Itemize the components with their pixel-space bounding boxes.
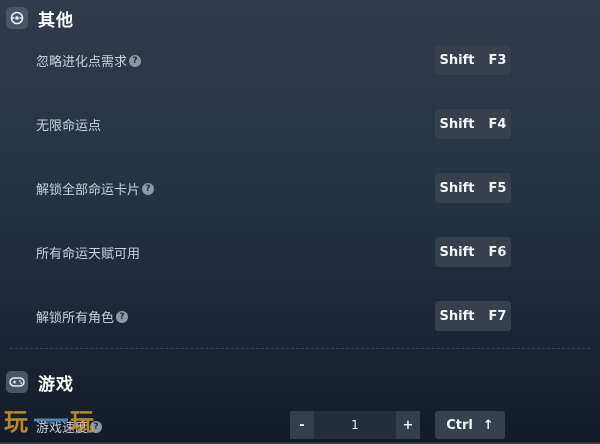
cheat-label: 游戏速度: [36, 421, 89, 436]
cheat-row-all-talents: 所有命运天赋可用 Shift F6: [0, 237, 600, 267]
section-title-game: 游戏: [38, 374, 74, 395]
cheat-row-ignore-evolution: 忽略进化点需求 ? Shift F3: [0, 45, 600, 75]
hotkey-modifier: Shift: [439, 308, 475, 324]
hotkey-key: F5: [488, 180, 507, 196]
cheat-label: 忽略进化点需求: [36, 55, 128, 70]
help-icon[interactable]: ?: [142, 182, 155, 195]
hotkey-modifier: Shift: [439, 244, 475, 260]
cheat-label: 所有命运天赋可用: [36, 247, 141, 262]
hotkey-modifier: Shift: [439, 116, 475, 132]
hotkey-modifier: Ctrl: [446, 417, 473, 433]
cheat-row-infinite-fate: 无限命运点 Shift F4: [0, 109, 600, 139]
hotkey-button[interactable]: Shift F5: [435, 173, 511, 203]
hotkey-key: F4: [488, 116, 507, 132]
game-speed-stepper: - 1 +: [290, 411, 420, 439]
circle-dot-icon: [6, 7, 28, 29]
hotkey-key: F3: [488, 52, 507, 68]
hotkey-button[interactable]: Ctrl ↑: [435, 411, 505, 439]
help-icon[interactable]: ?: [116, 310, 129, 323]
arrow-up-icon: ↑: [482, 417, 494, 433]
cheat-row-unlock-characters: 解锁所有角色 ? Shift F7: [0, 301, 600, 331]
section-divider: [10, 348, 590, 349]
hotkey-modifier: Shift: [439, 52, 475, 68]
increment-button[interactable]: +: [396, 411, 420, 439]
section-header-game: 游戏: [6, 370, 74, 395]
help-icon[interactable]: ?: [129, 54, 142, 67]
hotkey-key: F7: [488, 308, 507, 324]
decrement-button[interactable]: -: [290, 411, 314, 439]
cheat-row-unlock-cards: 解锁全部命运卡片 ? Shift F5: [0, 173, 600, 203]
hotkey-button[interactable]: Shift F6: [435, 237, 511, 267]
cheat-label: 解锁全部命运卡片: [36, 183, 141, 198]
hotkey-key: F6: [488, 244, 507, 260]
hotkey-modifier: Shift: [439, 180, 475, 196]
cheat-label: 无限命运点: [36, 119, 102, 134]
gamepad-icon: [6, 371, 28, 393]
hotkey-button[interactable]: Shift F3: [435, 45, 511, 75]
game-speed-value[interactable]: 1: [314, 411, 396, 439]
cheat-row-game-speed: 游戏速度 ? - 1 + Ctrl ↑: [0, 411, 600, 441]
help-icon[interactable]: ?: [90, 420, 103, 433]
section-title-other: 其他: [38, 10, 74, 31]
section-header-other: 其他: [6, 6, 74, 31]
hotkey-button[interactable]: Shift F7: [435, 301, 511, 331]
cheat-label: 解锁所有角色: [36, 311, 115, 326]
hotkey-button[interactable]: Shift F4: [435, 109, 511, 139]
